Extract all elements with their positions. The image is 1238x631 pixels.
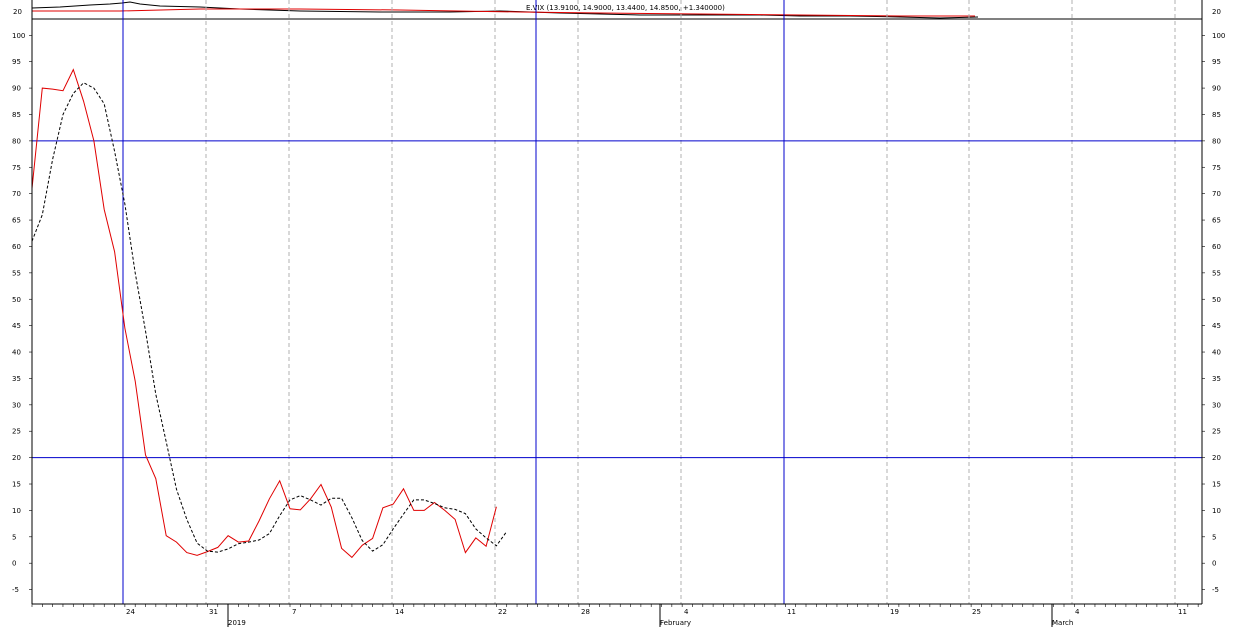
y-tick-label-right: -5 <box>1212 586 1219 594</box>
y-tick-label-right: 50 <box>1212 296 1221 304</box>
y-tick-label-right: 10 <box>1212 507 1221 515</box>
y-tick-label-left: 75 <box>12 164 21 172</box>
y-tick-label-left: 20 <box>12 454 21 462</box>
x-tick-label: 28 <box>581 608 590 616</box>
y-tick-label-left: 40 <box>12 349 21 357</box>
y-tick-label-right: 30 <box>1212 401 1221 409</box>
y-tick-label-right: 25 <box>1212 428 1221 436</box>
y-tick-label-left: 0 <box>12 560 16 568</box>
y-tick-label-right: 15 <box>1212 481 1221 489</box>
upper-panel-label: E.VIX (13.9100, 14.9000, 13.4400, 14.850… <box>526 4 725 12</box>
y-tick-label-right: 5 <box>1212 533 1216 541</box>
y-tick-label-left: 50 <box>12 296 21 304</box>
y-tick-label-left: 45 <box>12 322 21 330</box>
y-tick-label-left: 70 <box>12 190 21 198</box>
x-tick-label: 22 <box>498 608 507 616</box>
y-tick-label-right: 80 <box>1212 137 1221 145</box>
y-tick-label-right: 70 <box>1212 190 1221 198</box>
month-label: February <box>660 619 691 627</box>
y-tick-label-right: 90 <box>1212 85 1221 93</box>
y-tick-label-left: 25 <box>12 428 21 436</box>
x-tick-label: 24 <box>126 608 135 616</box>
y-tick-label-left: 30 <box>12 401 21 409</box>
chart-area: E.VIX (13.9100, 14.9000, 13.4400, 14.850… <box>0 0 1238 627</box>
y-tick-label-right: 95 <box>1212 58 1221 66</box>
y-tick-label-left: 55 <box>12 269 21 277</box>
y-tick-label-right: 0 <box>1212 560 1216 568</box>
y-tick-label-left: 95 <box>12 58 21 66</box>
y-tick-label-left: 85 <box>12 111 21 119</box>
chart-svg: E.VIX (13.9100, 14.9000, 13.4400, 14.850… <box>0 0 1238 627</box>
y-tick-label-right: 75 <box>1212 164 1221 172</box>
y-tick-label-left: 80 <box>12 137 21 145</box>
chart-background <box>0 0 1238 627</box>
x-tick-label: 7 <box>292 608 296 616</box>
y-tick-label-left: 90 <box>12 85 21 93</box>
y-tick-label-right: 40 <box>1212 349 1221 357</box>
y-tick-label-right: 65 <box>1212 217 1221 225</box>
y-tick-label-left: 60 <box>12 243 21 251</box>
month-label: 2019 <box>228 619 246 627</box>
y-tick-label-right: 100 <box>1212 32 1225 40</box>
y-tick-label-right: 35 <box>1212 375 1221 383</box>
x-tick-label: 14 <box>395 608 404 616</box>
x-tick-label: 19 <box>890 608 899 616</box>
x-tick-label: 31 <box>209 608 218 616</box>
y-tick-label-right: 60 <box>1212 243 1221 251</box>
y-tick-label-left: 10 <box>12 507 21 515</box>
y-tick-label-left: -5 <box>12 586 19 594</box>
month-label: March <box>1052 619 1073 627</box>
y-tick-label-left: 65 <box>12 217 21 225</box>
y-tick-label-right: 45 <box>1212 322 1221 330</box>
y-tick-label-right: 20 <box>1212 454 1221 462</box>
x-tick-label: 25 <box>972 608 981 616</box>
y-tick-label-left: 5 <box>12 533 16 541</box>
x-tick-label: 11 <box>787 608 796 616</box>
y-tick-label-left: 100 <box>12 32 25 40</box>
y-tick-label-left: 15 <box>12 481 21 489</box>
y-tick-label-left: 35 <box>12 375 21 383</box>
y-tick-label-right: 55 <box>1212 269 1221 277</box>
upper-panel-y-tick-right: 20 <box>1212 8 1221 16</box>
x-tick-label: 4 <box>1075 608 1080 616</box>
upper-panel-y-tick-left: 20 <box>13 8 22 16</box>
x-tick-label: 4 <box>684 608 689 616</box>
x-tick-label: 11 <box>1178 608 1187 616</box>
y-tick-label-right: 85 <box>1212 111 1221 119</box>
